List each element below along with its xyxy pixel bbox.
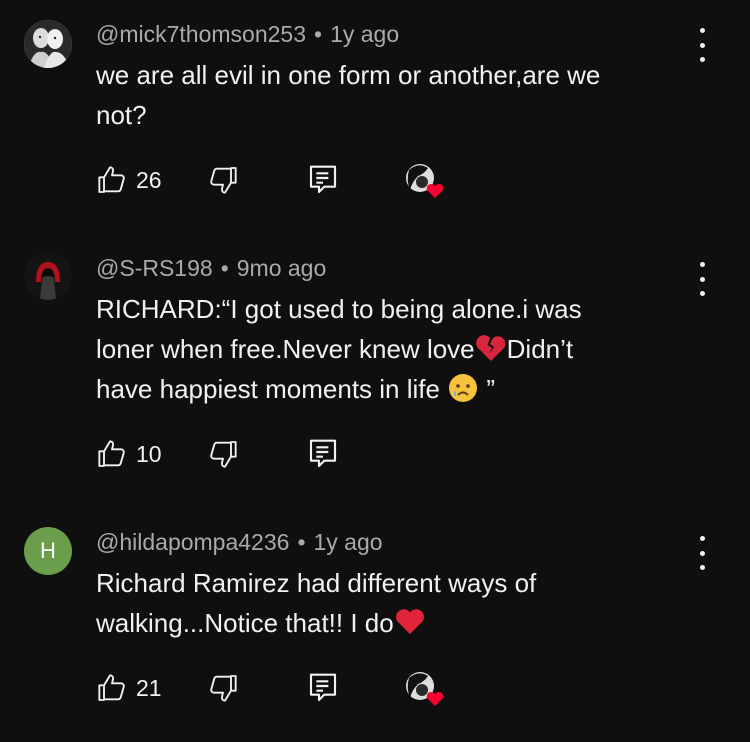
comment-meta: @S-RS198 • 9mo ago	[96, 255, 326, 282]
dislike-button[interactable]	[207, 668, 239, 708]
comment-text-line: Richard Ramirez had different ways of	[96, 568, 537, 598]
bw-photo-avatar-icon	[24, 20, 72, 68]
comment-text-line: walking...Notice that!! I do	[96, 603, 666, 643]
more-dot-icon	[699, 57, 705, 62]
meta-separator: •	[314, 21, 323, 47]
more-dot-icon	[699, 550, 705, 556]
reply-button[interactable]	[308, 160, 338, 200]
more-dot-icon	[699, 565, 705, 570]
comment-author[interactable]: @hildapompa4236	[96, 529, 289, 555]
comment-text-fragment: walking...Notice that!! I do	[96, 608, 394, 638]
dislike-button[interactable]	[207, 434, 239, 474]
creator-heart	[404, 160, 446, 200]
thumbs-down-icon	[210, 167, 237, 194]
like-button[interactable]: 26	[96, 160, 162, 200]
like-count: 10	[136, 440, 162, 467]
thumbs-up-icon	[98, 674, 125, 701]
comment-text-line: RICHARD:“I got used to being alone.i was	[96, 294, 582, 324]
creator-heart	[404, 668, 446, 708]
reply-icon	[309, 165, 337, 194]
avatar[interactable]: H	[24, 527, 72, 575]
broken-heart-icon	[475, 335, 505, 361]
like-count: 21	[136, 674, 162, 701]
comment-text-line: loner when free.Never knew love Didn’t	[96, 329, 666, 369]
creator-heart-icon	[406, 672, 444, 706]
more-dot-icon	[699, 28, 705, 33]
dark-red-hooded-avatar-icon	[24, 252, 72, 300]
comment-time: 9mo ago	[236, 255, 327, 281]
dislike-button[interactable]	[207, 160, 239, 200]
avatar[interactable]	[24, 252, 72, 300]
comment-text-line: have happiest moments in life ”	[96, 369, 666, 409]
more-options-button[interactable]	[692, 28, 712, 62]
comment-text-line: not?	[96, 100, 147, 130]
comment-text-line: we are all evil in one form or another,a…	[96, 60, 601, 90]
more-options-button[interactable]	[692, 536, 712, 570]
comment-text-fragment: Didn’t	[506, 334, 574, 364]
more-dot-icon	[699, 42, 705, 48]
more-dot-icon	[699, 276, 705, 282]
thumbs-down-icon	[210, 441, 237, 468]
more-dot-icon	[699, 536, 705, 541]
comment-text-fragment: ”	[479, 374, 496, 404]
comment-text: RICHARD:“I got used to being alone.i was…	[96, 289, 666, 409]
meta-separator: •	[220, 255, 229, 281]
like-button[interactable]: 10	[96, 434, 162, 474]
crying-face-icon	[449, 374, 478, 402]
comment-text: Richard Ramirez had different ways of wa…	[96, 563, 666, 643]
comment-meta: @hildapompa4236 • 1y ago	[96, 529, 383, 556]
comment-time: 1y ago	[330, 21, 400, 47]
like-count: 26	[136, 166, 162, 193]
comment-author[interactable]: @S-RS198	[96, 255, 213, 281]
more-options-button[interactable]	[692, 262, 712, 296]
thumbs-up-icon	[98, 166, 125, 193]
avatar[interactable]	[24, 20, 72, 68]
comment-text: we are all evil in one form or another,a…	[96, 55, 666, 135]
reply-button[interactable]	[308, 434, 338, 474]
thumbs-down-icon	[210, 675, 237, 702]
reply-icon	[309, 439, 337, 468]
reply-icon	[309, 673, 337, 702]
comment-text-fragment: loner when free.Never knew love	[96, 334, 475, 364]
reply-button[interactable]	[308, 668, 338, 708]
meta-separator: •	[297, 529, 306, 555]
comment-meta: @mick7thomson253 • 1y ago	[96, 21, 399, 48]
thumbs-up-icon	[98, 440, 125, 467]
more-dot-icon	[699, 262, 705, 267]
creator-heart-icon	[406, 164, 444, 198]
red-heart-icon	[395, 609, 424, 634]
comment-text-fragment: have happiest moments in life	[96, 374, 448, 404]
more-dot-icon	[699, 291, 705, 296]
like-button[interactable]: 21	[96, 668, 162, 708]
comment-author[interactable]: @mick7thomson253	[96, 21, 306, 47]
comment-time: 1y ago	[313, 529, 383, 555]
